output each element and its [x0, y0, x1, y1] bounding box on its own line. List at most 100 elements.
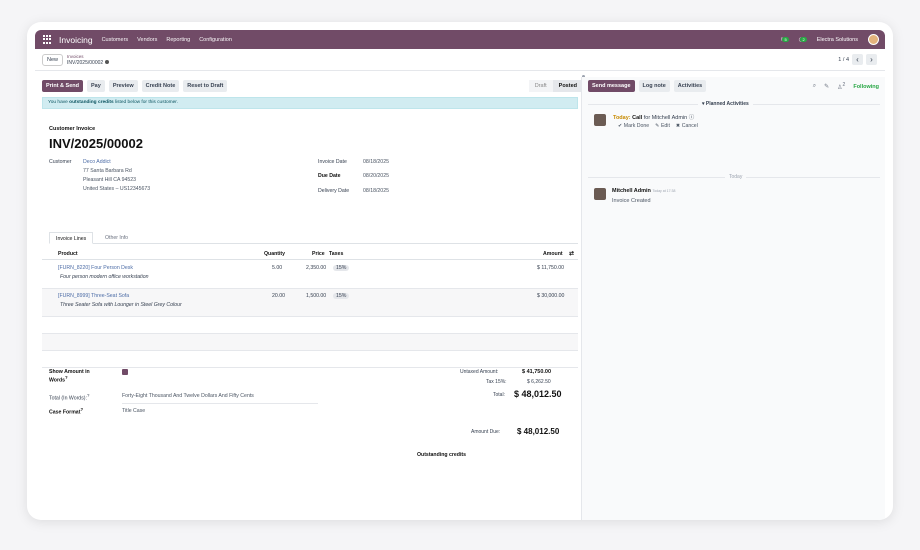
header-quantity: Quantity	[264, 251, 286, 257]
mark-done-button[interactable]: ✔ Mark Done	[618, 123, 649, 129]
search-icon[interactable]: ⌕	[813, 83, 816, 90]
outstanding-credits-alert: You have outstanding credits listed belo…	[42, 97, 578, 109]
show-words-label: Show Amount in Words?	[49, 369, 90, 384]
line-price[interactable]: 2,350.00	[306, 265, 326, 271]
menu-customers[interactable]: Customers	[102, 37, 129, 43]
message-author[interactable]: Mitchell Admin	[612, 188, 651, 194]
print-send-button[interactable]: Print & Send	[42, 80, 84, 92]
message-time: Today at 17:38	[652, 189, 676, 193]
alert-bold: outstanding credits	[69, 100, 114, 105]
activity-avatar	[594, 114, 606, 126]
empty-row	[42, 317, 578, 334]
total-words-field[interactable]: Forty-Eight Thousand And Twelve Dollars …	[122, 393, 254, 399]
line-amount: $ 30,000.00	[537, 293, 565, 299]
table-row[interactable]: [FURN_8220] Four Person Desk Four person…	[42, 261, 578, 289]
header-amount: Amount	[543, 251, 563, 257]
customer-address-1: 77 Santa Barbara Rd	[83, 168, 132, 174]
untaxed-label: Untaxed Amount:	[460, 369, 499, 375]
outstanding-credits-title: Outstanding credits	[417, 452, 466, 458]
amount-due: $ 48,012.50	[517, 427, 560, 436]
case-format-field[interactable]: Title Case	[122, 408, 145, 414]
show-words-checkbox[interactable]	[122, 369, 128, 375]
preview-button[interactable]: Preview	[108, 80, 138, 92]
status-posted[interactable]: Posted	[552, 80, 583, 92]
company-switcher[interactable]: Electra Solutions	[817, 37, 858, 43]
invoice-number: INV/2025/00002	[49, 136, 143, 151]
following-button[interactable]: Following	[853, 84, 879, 90]
invoice-sheet: Customer Invoice INV/2025/00002 Customer…	[42, 112, 578, 520]
invoice-form: Print & Send Pay Preview Credit Note Res…	[35, 77, 583, 520]
line-quantity[interactable]: 20.00	[272, 293, 285, 299]
edit-activity-button[interactable]: ✎ Edit	[655, 123, 670, 129]
alert-suffix: listed below for this customer.	[113, 100, 178, 105]
reset-draft-button[interactable]: Reset to Draft	[183, 80, 228, 92]
cancel-activity-button[interactable]: ✖ Cancel	[676, 123, 698, 129]
send-message-button[interactable]: Send message	[588, 80, 635, 92]
pager-value[interactable]: 1 / 4	[838, 57, 849, 63]
total-words-label: Total (In Words):?	[49, 393, 90, 402]
menu-reporting[interactable]: Reporting	[166, 37, 190, 43]
delivery-date-field[interactable]: 08/18/2025	[363, 188, 389, 194]
due-date-field[interactable]: 08/20/2025	[363, 173, 389, 179]
new-button[interactable]: New	[42, 53, 64, 66]
breadcrumb-current: INV/2025/00002	[67, 59, 104, 66]
top-navbar: Invoicing Customers Vendors Reporting Co…	[35, 30, 885, 49]
today-label: Today	[725, 174, 747, 180]
table-row[interactable]: [FURN_8999] Three-Seat Sofa Three Seater…	[42, 289, 578, 317]
action-bar: Print & Send Pay Preview Credit Note Res…	[42, 80, 228, 92]
tax-amount: $ 6,262.50	[527, 379, 551, 385]
total-words-label-text: Total (In Words):	[49, 395, 87, 402]
line-tax-badge[interactable]: 15%	[333, 293, 350, 299]
log-note-button[interactable]: Log note	[638, 80, 670, 92]
line-product[interactable]: [FURN_8999] Three-Seat Sofa	[58, 293, 129, 299]
paperclip-icon[interactable]: ✎	[824, 83, 829, 90]
app-title[interactable]: Invoicing	[59, 35, 93, 45]
activity-badge: 2	[800, 36, 807, 42]
line-product[interactable]: [FURN_8220] Four Person Desk	[58, 265, 133, 271]
status-draft[interactable]: Draft	[528, 80, 553, 92]
header-taxes: Taxes	[329, 251, 344, 257]
info-icon[interactable]: ⓘ	[689, 115, 695, 121]
invoice-date-label: Invoice Date	[318, 159, 347, 165]
menu-vendors[interactable]: Vendors	[137, 37, 157, 43]
followers-icon[interactable]: ♙2	[837, 82, 845, 91]
author-avatar	[594, 188, 606, 200]
activity-line: Today: Call for Mitchell Admin ⓘ	[613, 113, 694, 121]
chatter-panel: Send message Log note Activities ⌕ ✎ ♙2 …	[581, 77, 885, 520]
line-description: Three Seater Sofa with Lounger in Steel …	[60, 302, 182, 308]
planned-activities-toggle[interactable]: ▾ Planned Activities	[698, 101, 753, 107]
tax-label: Tax 15%:	[486, 379, 507, 385]
customer-name[interactable]: Deco Addict	[83, 159, 111, 165]
chat-icon[interactable]: ✉5	[781, 36, 789, 43]
activities-button[interactable]: Activities	[673, 80, 707, 92]
chevron-right-icon[interactable]: ›	[866, 54, 877, 65]
tab-invoice-lines[interactable]: Invoice Lines	[49, 232, 94, 244]
invoice-date-field[interactable]: 08/18/2025	[363, 159, 389, 165]
total-amount: $ 48,012.50	[514, 389, 562, 399]
line-quantity[interactable]: 5.00	[272, 265, 282, 271]
menu-configuration[interactable]: Configuration	[199, 37, 232, 43]
header-product: Product	[58, 251, 78, 257]
alert-prefix: You have	[48, 100, 70, 105]
line-price[interactable]: 1,500.00	[306, 293, 326, 299]
activity-actions: ✔ Mark Done ✎ Edit ✖ Cancel	[618, 123, 698, 129]
line-tax-badge[interactable]: 15%	[333, 265, 350, 271]
invoice-type-label: Customer Invoice	[49, 126, 96, 132]
pay-button[interactable]: Pay	[87, 80, 105, 92]
activity-type: Call	[632, 115, 643, 121]
chat-badge: 5	[782, 36, 789, 42]
gear-icon[interactable]	[105, 59, 110, 64]
tab-other-info[interactable]: Other Info	[99, 232, 134, 244]
column-toggle-icon[interactable]: ⇄	[569, 250, 574, 257]
line-amount: $ 11,750.00	[537, 265, 565, 271]
activity-icon[interactable]: ◷2	[799, 36, 807, 43]
show-words-label-line2-text: Words	[49, 377, 66, 384]
followers-count: 2	[842, 82, 846, 88]
chevron-left-icon[interactable]: ‹	[852, 54, 863, 65]
case-format-label-text: Case Format	[49, 409, 81, 416]
apps-menu-icon[interactable]	[43, 34, 53, 45]
total-label: Total:	[493, 392, 505, 398]
breadcrumb: Invoices INV/2025/00002	[67, 54, 110, 66]
credit-note-button[interactable]: Credit Note	[141, 80, 180, 92]
user-avatar[interactable]	[868, 34, 879, 45]
